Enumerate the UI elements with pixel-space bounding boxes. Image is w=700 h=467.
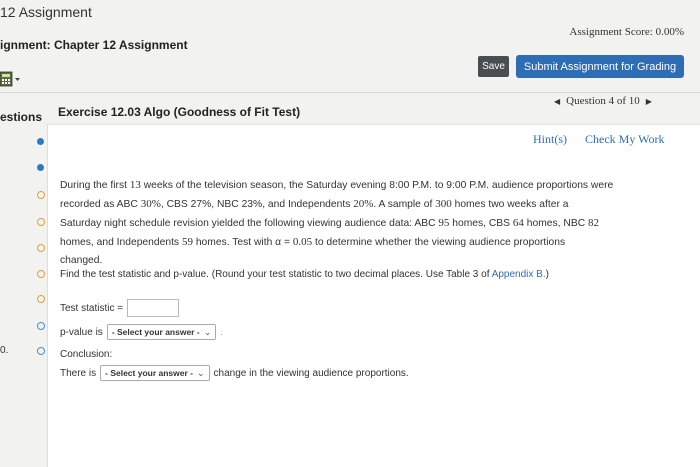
conclusion-label: Conclusion: [60, 349, 113, 360]
exercise-title: Exercise 12.03 Algo (Goodness of Fit Tes… [58, 105, 301, 119]
question-status-dot-2[interactable] [37, 164, 44, 171]
check-my-work-link[interactable]: Check My Work [585, 132, 664, 147]
hints-link[interactable]: Hint(s) [533, 132, 567, 147]
question-status-dot-4[interactable] [37, 218, 45, 226]
submit-assignment-button[interactable]: Submit Assignment for Grading [516, 55, 684, 78]
assignment-score: Assignment Score: 0.00% [569, 26, 684, 38]
p-value-select[interactable]: - Select your answer - ⌄ [106, 324, 217, 340]
conclusion-label-row: Conclusion: [60, 349, 112, 360]
there-is-label: There is [60, 367, 97, 379]
chevron-down-icon: ⌄ [197, 367, 205, 378]
page-title: 12 Assignment [0, 4, 92, 20]
calculator-menu-icon[interactable] [0, 70, 22, 90]
instructions: Find the test statistic and p-value. (Ro… [60, 269, 549, 280]
problem-statement: During the first 13 weeks of the televis… [60, 179, 614, 266]
question-status-dot-6[interactable] [37, 270, 45, 278]
test-statistic-label: Test statistic = [60, 302, 124, 314]
test-statistic-row: Test statistic = [60, 299, 180, 317]
dot-marker: . [220, 327, 223, 337]
questions-panel-label: estions [0, 110, 43, 124]
test-statistic-input[interactable] [127, 299, 180, 317]
conclusion-tail: change in the viewing audience proportio… [213, 367, 409, 379]
question-status-dot-9[interactable] [37, 347, 45, 355]
save-button[interactable]: Save [478, 56, 509, 77]
question-navigator: ◀ Question 4 of 10 ▶ [554, 95, 652, 107]
question-status-dot-5[interactable] [37, 244, 45, 252]
question-status-dot-7[interactable] [37, 295, 45, 303]
header-divider [0, 92, 700, 93]
conclusion-select[interactable]: - Select your answer - ⌄ [100, 365, 210, 381]
next-question-icon[interactable]: ▶ [646, 97, 652, 106]
p-value-label: p-value is [60, 326, 103, 338]
question-status-dot-8[interactable] [37, 322, 45, 330]
chevron-down-icon: ⌄ [203, 326, 212, 337]
previous-question-icon[interactable]: ◀ [554, 97, 560, 106]
question-status-dot-1[interactable] [37, 138, 44, 145]
p-value-row: p-value is - Select your answer - ⌄ . [60, 324, 223, 340]
question-status-dot-3[interactable] [37, 191, 45, 199]
appendix-link[interactable]: Appendix B. [492, 269, 546, 280]
conclusion-row: There is - Select your answer - ⌄ change … [60, 365, 409, 381]
assignment-title: ignment: Chapter 12 Assignment [0, 38, 188, 52]
question-position: Question 4 of 10 [566, 95, 640, 107]
side-question-number: 0. [0, 345, 9, 356]
